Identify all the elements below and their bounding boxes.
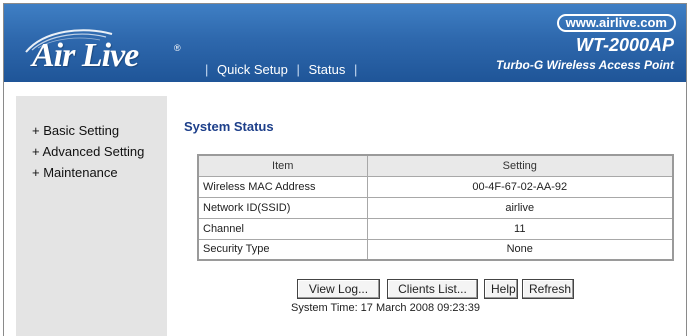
status-table: Item Setting Wireless MAC Address 00-4F-… bbox=[197, 154, 674, 261]
sidebar-item-advanced-setting[interactable]: + Advanced Setting bbox=[32, 144, 144, 159]
nav-separator: | bbox=[296, 62, 300, 77]
sidebar: + Basic Setting + Advanced Setting + Mai… bbox=[16, 96, 167, 336]
row-label: Channel bbox=[197, 217, 368, 240]
clients-list-button[interactable]: Clients List... bbox=[387, 279, 478, 299]
airlive-logo: Air Live bbox=[32, 37, 139, 74]
row-value: None bbox=[366, 238, 674, 261]
model-name: WT-2000AP bbox=[575, 35, 674, 55]
top-nav: | Quick Setup | Status | bbox=[200, 62, 362, 77]
table-row: Wireless MAC Address 00-4F-67-02-AA-92 bbox=[197, 175, 674, 198]
help-button[interactable]: Help bbox=[484, 279, 518, 299]
table-header-row: Item Setting bbox=[197, 154, 674, 177]
website-badge: www.airlive.com bbox=[556, 14, 676, 32]
action-buttons: View Log... Clients List... Help Refresh bbox=[4, 279, 686, 299]
refresh-button[interactable]: Refresh bbox=[522, 279, 574, 299]
page-frame: Air Live ® | Quick Setup | Status | www.… bbox=[3, 3, 687, 336]
nav-separator: | bbox=[353, 62, 358, 77]
row-value: 11 bbox=[366, 217, 674, 240]
table-row: Network ID(SSID) airlive bbox=[197, 196, 674, 219]
table-row: Channel 11 bbox=[197, 217, 674, 240]
system-time: System Time: 17 March 2008 09:23:39 bbox=[291, 302, 480, 314]
registered-mark: ® bbox=[174, 43, 181, 53]
header-banner: Air Live ® | Quick Setup | Status | www.… bbox=[4, 4, 686, 82]
header-spacer bbox=[4, 82, 686, 96]
table-row: Security Type None bbox=[197, 238, 674, 261]
row-label: Security Type bbox=[197, 238, 368, 261]
row-value: airlive bbox=[366, 196, 674, 219]
row-label: Wireless MAC Address bbox=[197, 175, 368, 198]
nav-status[interactable]: Status bbox=[308, 62, 345, 77]
nav-separator: | bbox=[205, 62, 209, 77]
row-label: Network ID(SSID) bbox=[197, 196, 368, 219]
sidebar-item-maintenance[interactable]: + Maintenance bbox=[32, 165, 118, 180]
sidebar-item-basic-setting[interactable]: + Basic Setting bbox=[32, 123, 119, 138]
page-title: System Status bbox=[184, 119, 274, 134]
product-tagline: Turbo-G Wireless Access Point bbox=[496, 58, 674, 72]
column-header-item: Item bbox=[197, 154, 368, 177]
row-value: 00-4F-67-02-AA-92 bbox=[366, 175, 674, 198]
column-header-setting: Setting bbox=[366, 154, 674, 177]
view-log-button[interactable]: View Log... bbox=[297, 279, 380, 299]
nav-quick-setup[interactable]: Quick Setup bbox=[217, 62, 288, 77]
